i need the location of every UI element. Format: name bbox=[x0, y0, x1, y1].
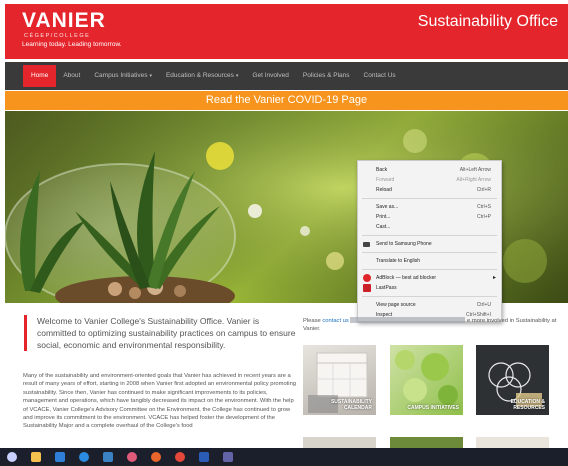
tile-label: SUSTAINABILITY CALENDAR bbox=[330, 399, 372, 411]
vanier-logo[interactable]: VANIER CÉGEP/COLLEGE Learning today. Lea… bbox=[22, 9, 122, 49]
menu-item-translate[interactable]: Translate to English bbox=[358, 256, 501, 266]
menu-shortcut: Ctrl+S bbox=[476, 204, 491, 210]
edge-icon[interactable] bbox=[75, 448, 93, 466]
menu-shortcut: Ctrl+R bbox=[476, 187, 491, 193]
menu-label: Reload bbox=[376, 187, 392, 193]
menu-shortcut: Ctrl+P bbox=[476, 214, 491, 220]
menu-item-send-to-phone[interactable]: Send to Samsung Phone bbox=[358, 239, 501, 249]
menu-label: Save as... bbox=[376, 204, 399, 210]
menu-item-view-source[interactable]: View page source Ctrl+U bbox=[358, 300, 501, 310]
nav-label: Campus Initiatives bbox=[94, 72, 148, 79]
tagline: Learning today. Leading tomorrow. bbox=[22, 41, 122, 48]
phone-icon bbox=[363, 242, 370, 247]
app-icon[interactable] bbox=[123, 448, 141, 466]
menu-shortcut: Alt+Right Arrow bbox=[456, 177, 491, 183]
tile-label: CAMPUS INITIATIVES bbox=[407, 405, 459, 411]
office-title: Sustainability Office bbox=[417, 13, 558, 30]
intro-paragraph: Many of the sustainability and environme… bbox=[23, 373, 297, 430]
menu-label: Print... bbox=[376, 214, 391, 220]
nav-label: Contact Us bbox=[363, 72, 396, 79]
chevron-right-icon: ▸ bbox=[492, 275, 496, 281]
nav-policies-plans[interactable]: Policies & Plans bbox=[296, 62, 357, 90]
start-icon[interactable] bbox=[3, 448, 21, 466]
tile-partial[interactable] bbox=[476, 437, 549, 448]
menu-item-save-as[interactable]: Save as... Ctrl+S bbox=[358, 202, 501, 212]
menu-label: Send to Samsung Phone bbox=[376, 241, 432, 247]
menu-label: LastPass bbox=[376, 285, 397, 291]
menu-item-reload[interactable]: Reload Ctrl+R bbox=[358, 185, 501, 195]
nav-contact-us[interactable]: Contact Us bbox=[357, 62, 403, 90]
menu-separator bbox=[362, 252, 497, 253]
tile-education-resources[interactable]: EDUCATION & RESOURCES bbox=[476, 345, 549, 415]
tile-label: EDUCATION & RESOURCES bbox=[510, 399, 545, 411]
menu-item-forward[interactable]: Forward Alt+Right Arrow bbox=[358, 175, 501, 185]
explorer-icon[interactable] bbox=[27, 448, 45, 466]
nav-get-involved[interactable]: Get Involved bbox=[245, 62, 296, 90]
menu-item-cast[interactable]: Cast... bbox=[358, 222, 501, 232]
menu-label: AdBlock — best ad blocker bbox=[376, 275, 437, 281]
context-menu: Back Alt+Left Arrow Forward Alt+Right Ar… bbox=[357, 160, 502, 322]
nav-campus-initiatives[interactable]: Campus Initiatives ▾ bbox=[87, 62, 159, 90]
tile-partial[interactable] bbox=[390, 437, 463, 448]
menu-separator bbox=[362, 235, 497, 236]
menu-item-back[interactable]: Back Alt+Left Arrow bbox=[358, 165, 501, 175]
nav-label: About bbox=[63, 72, 81, 79]
word-icon[interactable] bbox=[195, 448, 213, 466]
menu-item-lastpass[interactable]: LastPass bbox=[358, 283, 501, 293]
menu-label: Translate to English bbox=[376, 258, 421, 264]
menu-shadow bbox=[350, 317, 466, 324]
menu-item-print[interactable]: Print... Ctrl+P bbox=[358, 212, 501, 222]
menu-separator bbox=[362, 269, 497, 270]
main-nav: Home About Campus Initiatives ▾ Education… bbox=[5, 62, 568, 90]
contact-us-link[interactable]: contact us bbox=[322, 318, 348, 324]
nav-label: Home bbox=[31, 72, 49, 79]
menu-shortcut: Alt+Left Arrow bbox=[459, 167, 491, 173]
contact-paragraph: Please contact us e more involved in Sus… bbox=[303, 317, 558, 334]
tile-campus-initiatives[interactable]: CAMPUS INITIATIVES bbox=[390, 345, 463, 415]
chevron-down-icon: ▾ bbox=[149, 73, 152, 79]
menu-separator bbox=[362, 296, 497, 297]
menu-label: Forward bbox=[376, 177, 395, 183]
contact-prefix: Please bbox=[303, 318, 321, 324]
menu-label: Back bbox=[376, 167, 388, 173]
lastpass-icon bbox=[363, 284, 371, 292]
brand-sub: CÉGEP/COLLEGE bbox=[24, 33, 91, 39]
menu-shortcut: Ctrl+U bbox=[476, 302, 491, 308]
mail-icon[interactable] bbox=[51, 448, 69, 466]
menu-label: Cast... bbox=[376, 224, 391, 230]
chevron-down-icon: ▾ bbox=[235, 73, 239, 79]
nav-label: Education & Resources bbox=[165, 72, 234, 79]
nav-home[interactable]: Home bbox=[23, 65, 57, 87]
nav-education-resources[interactable]: Education & Resources ▾ bbox=[159, 62, 245, 90]
taskbar bbox=[0, 448, 568, 466]
menu-separator bbox=[362, 198, 497, 199]
brand-name: VANIER bbox=[22, 9, 106, 32]
teams-icon[interactable] bbox=[219, 448, 237, 466]
tile-sustainability-calendar[interactable]: SUSTAINABILITY CALENDAR bbox=[303, 345, 376, 415]
store-icon[interactable] bbox=[99, 448, 117, 466]
nav-label: Get Involved bbox=[252, 72, 289, 79]
site-header: VANIER CÉGEP/COLLEGE Learning today. Lea… bbox=[5, 4, 568, 59]
adblock-icon bbox=[363, 274, 371, 282]
welcome-callout: Welcome to Vanier College's Sustainabili… bbox=[24, 315, 299, 351]
menu-label: View page source bbox=[376, 302, 416, 308]
firefox-icon[interactable] bbox=[147, 448, 165, 466]
nav-label: Policies & Plans bbox=[302, 72, 350, 79]
tile-partial[interactable] bbox=[303, 437, 376, 448]
nav-about[interactable]: About bbox=[56, 62, 87, 90]
covid-banner-link[interactable]: Read the Vanier COVID-19 Page bbox=[5, 91, 568, 110]
chrome-icon[interactable] bbox=[171, 448, 189, 466]
menu-item-adblock[interactable]: AdBlock — best ad blocker ▸ bbox=[358, 273, 501, 283]
